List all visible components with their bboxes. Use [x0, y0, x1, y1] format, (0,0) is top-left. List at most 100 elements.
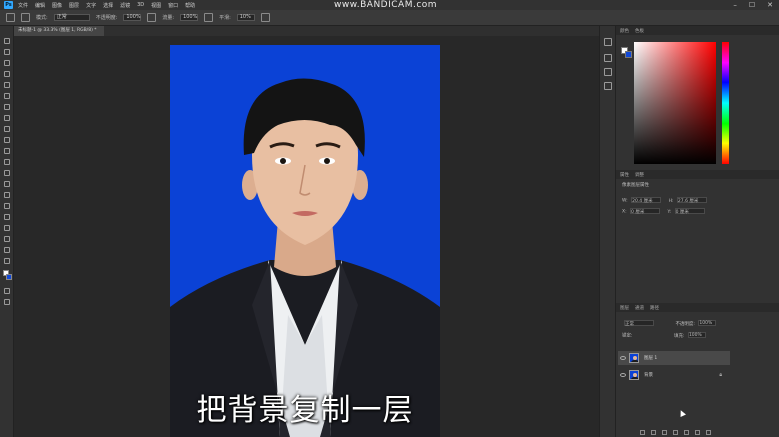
link-layers-icon[interactable]: [640, 430, 645, 435]
prop-width-input[interactable]: 20.4 厘米: [631, 197, 662, 204]
layer-blend-row: 正常 不透明度: 100%: [622, 320, 717, 327]
zoom-tool-icon[interactable]: [4, 247, 10, 253]
tab-channels[interactable]: 通道: [635, 305, 644, 311]
layer-row-background[interactable]: 背景 🔒︎: [618, 368, 730, 382]
character-panel-icon[interactable]: [604, 82, 612, 90]
tab-layers[interactable]: 图层: [620, 305, 629, 311]
lasso-tool-icon[interactable]: [4, 60, 10, 66]
eye-icon[interactable]: [620, 356, 626, 360]
prop-height-input[interactable]: 27.6 厘米: [676, 197, 707, 204]
collapsed-panels-strip: [599, 26, 615, 437]
delete-layer-icon[interactable]: [706, 430, 711, 435]
eye-icon[interactable]: [620, 373, 626, 377]
layer-thumbnail: [629, 353, 639, 363]
close-button[interactable]: ✕: [767, 1, 773, 9]
more-tools-icon[interactable]: [4, 258, 10, 264]
path-select-icon[interactable]: [4, 214, 10, 220]
hue-slider[interactable]: [722, 42, 729, 164]
history-panel-icon[interactable]: [604, 38, 612, 46]
marquee-tool-icon[interactable]: [4, 49, 10, 55]
layer-style-icon[interactable]: [651, 430, 656, 435]
background-color-swatch[interactable]: [6, 274, 12, 280]
mode-select[interactable]: 正常: [53, 14, 90, 21]
pressure-opacity-icon[interactable]: [147, 13, 157, 22]
text-tool-icon[interactable]: [4, 203, 10, 209]
new-group-icon[interactable]: [684, 430, 689, 435]
prop-width-label: W:: [622, 198, 628, 204]
move-tool-icon[interactable]: [4, 38, 10, 44]
menu-filter[interactable]: 滤镜: [120, 2, 130, 9]
layer-thumbnail: [629, 370, 639, 380]
prop-y-input[interactable]: 0 厘米: [674, 208, 705, 215]
add-mask-icon[interactable]: [662, 430, 667, 435]
panel-background-swatch[interactable]: [625, 51, 632, 58]
blur-tool-icon[interactable]: [4, 170, 10, 176]
blend-mode-select[interactable]: 正常: [624, 320, 654, 327]
id-photo-canvas[interactable]: [170, 45, 440, 437]
opacity-input[interactable]: 100%: [123, 14, 142, 21]
flow-input[interactable]: 100%: [180, 14, 199, 21]
menu-3d[interactable]: 3D: [137, 2, 144, 8]
maximize-button[interactable]: ☐: [749, 1, 755, 9]
brush-tool-icon[interactable]: [4, 115, 10, 121]
brush-preset-icon[interactable]: [21, 13, 30, 22]
screen-mode-icon[interactable]: [4, 299, 10, 305]
layers-panel-tabs: 图层 通道 路径: [616, 303, 779, 312]
properties-panel-tabs: 属性 调整: [616, 170, 779, 179]
photoshop-window: Ps 文件 编辑 图像 图层 文字 选择 滤镜 3D 视图 窗口 帮助 – ☐ …: [0, 0, 779, 437]
menu-edit[interactable]: 编辑: [35, 2, 45, 9]
menu-file[interactable]: 文件: [18, 2, 28, 9]
pen-tool-icon[interactable]: [4, 192, 10, 198]
shape-tool-icon[interactable]: [4, 225, 10, 231]
color-panel-tabs: 颜色 色板: [616, 26, 779, 35]
smooth-label: 平滑:: [219, 15, 231, 21]
hand-tool-icon[interactable]: [4, 236, 10, 242]
opacity-label: 不透明度:: [95, 15, 118, 21]
prop-position-row: X: 0 厘米 Y: 0 厘米: [622, 208, 705, 215]
eraser-icon[interactable]: [4, 148, 10, 154]
menu-type[interactable]: 文字: [86, 2, 96, 9]
color-picker-field[interactable]: [634, 42, 716, 164]
menu-image[interactable]: 图像: [52, 2, 62, 9]
menu-window[interactable]: 窗口: [168, 2, 178, 9]
document-tab[interactable]: 未标题-1 @ 33.3% (图层 1, RGB/8) *: [14, 26, 104, 36]
smooth-input[interactable]: 10%: [236, 14, 255, 21]
tab-paths[interactable]: 路径: [650, 305, 659, 311]
brush-tool-icon[interactable]: [6, 13, 15, 22]
tools-panel: [0, 26, 14, 437]
new-layer-icon[interactable]: [695, 430, 700, 435]
healing-brush-icon[interactable]: [4, 104, 10, 110]
quick-select-icon[interactable]: [4, 71, 10, 77]
prop-x-input[interactable]: 0 厘米: [630, 208, 661, 215]
fill-label: 填充:: [673, 333, 685, 339]
brush-settings-icon[interactable]: [604, 54, 612, 62]
quick-mask-icon[interactable]: [4, 288, 10, 294]
tab-adjustments[interactable]: 调整: [635, 172, 644, 178]
tab-color[interactable]: 颜色: [620, 28, 629, 34]
ps-logo: Ps: [4, 1, 13, 9]
adjustment-layer-icon[interactable]: [673, 430, 678, 435]
minimize-button[interactable]: –: [733, 1, 737, 9]
tab-properties[interactable]: 属性: [620, 172, 629, 178]
layer-row-layer1[interactable]: 图层 1: [618, 351, 730, 365]
menu-select[interactable]: 选择: [103, 2, 113, 9]
layer-lock-row: 锁定: 填充: 100%: [622, 332, 706, 339]
menu-view[interactable]: 视图: [151, 2, 161, 9]
flow-label: 流量:: [162, 15, 175, 21]
tab-swatches[interactable]: 色板: [635, 28, 644, 34]
settings-gear-icon[interactable]: [260, 13, 270, 22]
paragraph-panel-icon[interactable]: [604, 68, 612, 76]
eyedropper-icon[interactable]: [4, 93, 10, 99]
dodge-tool-icon[interactable]: [4, 181, 10, 187]
menu-layer[interactable]: 图层: [69, 2, 79, 9]
menu-help[interactable]: 帮助: [185, 2, 195, 9]
fill-input[interactable]: 100%: [687, 332, 706, 338]
history-brush-icon[interactable]: [4, 137, 10, 143]
gradient-icon[interactable]: [4, 159, 10, 165]
crop-tool-icon[interactable]: [4, 82, 10, 88]
airbrush-icon[interactable]: [204, 13, 214, 22]
clone-stamp-icon[interactable]: [4, 126, 10, 132]
video-subtitle: 把背景复制一层: [196, 393, 414, 428]
mode-label: 模式:: [36, 15, 48, 21]
layer-opacity-input[interactable]: 100%: [698, 320, 717, 326]
